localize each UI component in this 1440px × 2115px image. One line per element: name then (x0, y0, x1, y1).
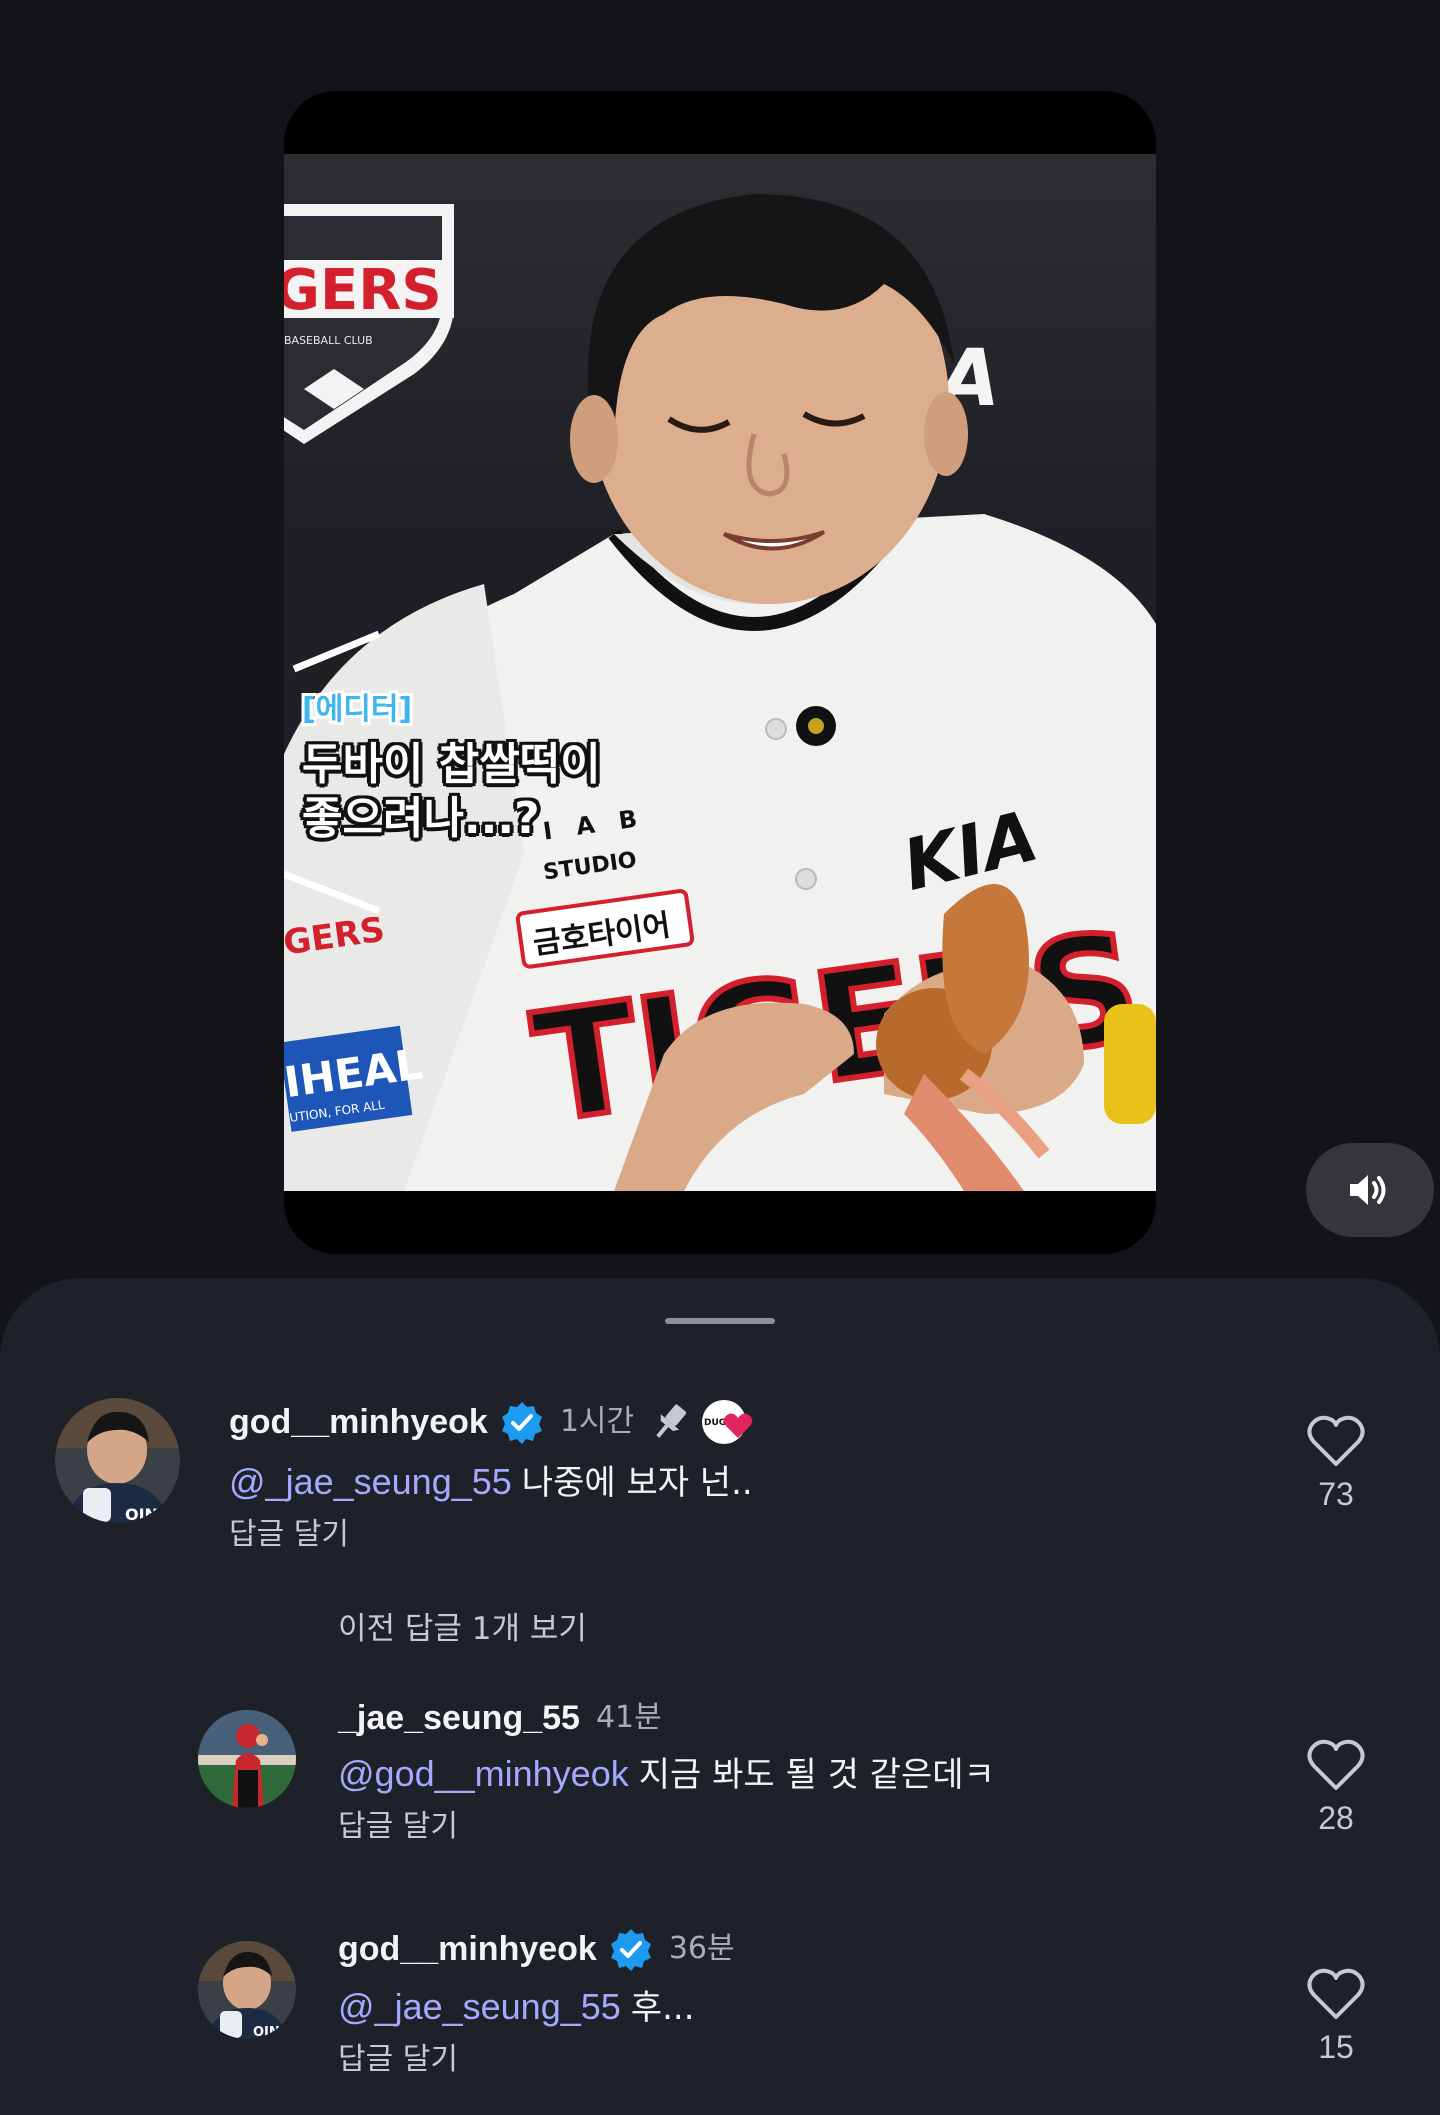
comment-body: god__minhyeok 36분 @_jae_seung_55 후... 답글… (338, 1927, 735, 2080)
comment-header: god__minhyeok 1시간 DUG (229, 1398, 754, 1446)
caption-tag: [에디터] (302, 692, 413, 727)
comment-text: @god__minhyeok 지금 봐도 될 것 같은데ㅋ (338, 1752, 995, 1797)
like-count: 28 (1318, 1800, 1354, 1836)
comment-username[interactable]: god__minhyeok (338, 1929, 597, 1969)
comment-message: 지금 봐도 될 것 같은데ㅋ (638, 1755, 995, 1795)
heart-icon[interactable] (1306, 1414, 1366, 1468)
reels-comments-screen: GERS BASEBALL CLUB KIA 금호타이어 I A B STUDI… (0, 0, 1440, 2115)
like-count: 15 (1318, 2029, 1354, 2065)
comment-header: god__minhyeok 36분 (338, 1927, 735, 1971)
comment-body: god__minhyeok 1시간 DUG @_jae_seung_55 나중에… (229, 1398, 754, 1555)
comment-time: 1시간 (559, 1404, 635, 1439)
caption-line-2: 좋으려나...? (302, 793, 540, 844)
sheet-drag-handle[interactable] (665, 1318, 775, 1324)
comment-time: 41분 (595, 1700, 662, 1735)
svg-text:OINO: OINO (253, 2025, 291, 2039)
comments-sheet: OINO god__minhyeok 1시간 DUG @_jae_seung_5… (0, 1278, 1440, 2115)
pinned-icon (648, 1400, 692, 1444)
verified-badge-icon (609, 1927, 653, 1971)
avatar[interactable]: OINO (55, 1398, 180, 1523)
svg-text:OINO: OINO (125, 1505, 172, 1523)
like-count: 73 (1318, 1476, 1354, 1512)
like-column: 73 (1300, 1414, 1372, 1513)
avatar[interactable]: OINO (198, 1941, 296, 2039)
like-column: 28 (1300, 1738, 1372, 1837)
comment-header: _jae_seung_55 41분 (338, 1698, 995, 1738)
comment-time: 36분 (668, 1931, 735, 1966)
reply-button[interactable]: 답글 달기 (338, 2040, 735, 2080)
volume-on-icon (1350, 1175, 1386, 1205)
comment-username[interactable]: _jae_seung_55 (338, 1698, 580, 1738)
comment-mention[interactable]: @_jae_seung_55 (338, 1986, 621, 2027)
player-illustration: KIA TIGERS 금호타이어 I A B STUDIO IHEAL UTIO… (284, 194, 1156, 1191)
heart-icon[interactable] (1306, 1967, 1366, 2021)
caption-line-1: 두바이 찹쌀떡이 (302, 739, 601, 790)
comment-body: _jae_seung_55 41분 @god__minhyeok 지금 봐도 될… (338, 1698, 995, 1847)
video-caption: [에디터] 두바이 찹쌀떡이 좋으려나...? (302, 684, 601, 846)
comment-username[interactable]: god__minhyeok (229, 1402, 488, 1442)
comment-mention[interactable]: @god__minhyeok (338, 1753, 629, 1794)
verified-badge-icon (500, 1400, 544, 1444)
heart-icon[interactable] (1306, 1738, 1366, 1792)
creator-liked-icon: DUG (702, 1398, 754, 1446)
avatar[interactable] (198, 1710, 296, 1808)
video-player[interactable]: GERS BASEBALL CLUB KIA 금호타이어 I A B STUDI… (284, 91, 1156, 1254)
like-column: 15 (1300, 1967, 1372, 2066)
svg-text:DUG: DUG (704, 1418, 726, 1428)
comment-message: 나중에 보자 넌.. (521, 1463, 753, 1503)
view-previous-replies-button[interactable]: 이전 답글 1개 보기 (338, 1603, 587, 1648)
comment-text: @_jae_seung_55 나중에 보자 넌.. (229, 1460, 754, 1505)
reply-button[interactable]: 답글 달기 (338, 1807, 995, 1847)
comment-message: 후... (630, 1988, 695, 2028)
mute-toggle-button[interactable] (1306, 1143, 1434, 1237)
video-frame: GERS BASEBALL CLUB KIA 금호타이어 I A B STUDI… (284, 154, 1156, 1191)
comment-mention[interactable]: @_jae_seung_55 (229, 1461, 512, 1502)
comment-text: @_jae_seung_55 후... (338, 1985, 735, 2030)
reply-button[interactable]: 답글 달기 (229, 1515, 754, 1555)
